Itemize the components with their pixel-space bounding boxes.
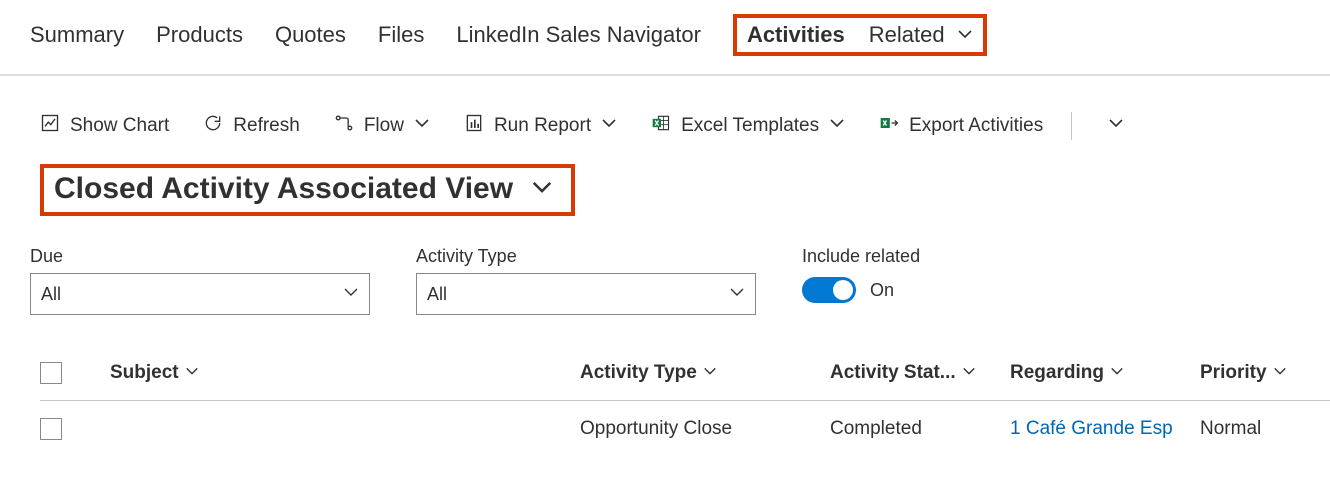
chevron-down-icon: [185, 362, 199, 384]
view-selector[interactable]: Closed Activity Associated View: [40, 164, 575, 216]
col-priority-label: Priority: [1200, 362, 1267, 384]
due-filter: Due All: [30, 246, 370, 315]
col-subject-label: Subject: [110, 362, 179, 384]
activity-type-value: All: [427, 284, 447, 305]
report-icon: [464, 113, 484, 139]
activities-grid: Subject Activity Type Activity Stat... R…: [0, 335, 1330, 457]
tab-linkedin[interactable]: LinkedIn Sales Navigator: [456, 22, 701, 48]
excel-icon: [651, 113, 671, 139]
due-select[interactable]: All: [30, 273, 370, 315]
excel-templates-label: Excel Templates: [681, 115, 819, 137]
tab-related-label: Related: [869, 22, 945, 47]
show-chart-label: Show Chart: [70, 115, 169, 137]
col-priority[interactable]: Priority: [1200, 362, 1330, 384]
col-activity-type-label: Activity Type: [580, 362, 697, 384]
tab-products[interactable]: Products: [156, 22, 243, 48]
chevron-down-icon: [531, 172, 553, 206]
col-activity-status[interactable]: Activity Stat...: [830, 362, 1010, 384]
chevron-down-icon: [729, 284, 745, 305]
due-value: All: [41, 284, 61, 305]
toggle-knob: [833, 280, 853, 300]
command-bar: Show Chart Refresh Flow Run Report Excel…: [0, 76, 1330, 158]
excel-templates-button[interactable]: Excel Templates: [651, 113, 845, 139]
chevron-down-icon: [829, 115, 845, 137]
activity-type-filter: Activity Type All: [416, 246, 756, 315]
chevron-down-icon: [957, 22, 973, 47]
highlighted-tab-group: Activities Related: [733, 14, 987, 56]
include-related-state: On: [870, 280, 894, 301]
refresh-label: Refresh: [233, 115, 300, 137]
refresh-button[interactable]: Refresh: [203, 113, 300, 139]
record-tabs: Summary Products Quotes Files LinkedIn S…: [0, 0, 1330, 76]
chevron-down-icon: [601, 115, 617, 137]
view-row: Closed Activity Associated View: [0, 158, 1330, 226]
cell-priority: Normal: [1200, 418, 1330, 440]
select-all-checkbox[interactable]: [40, 362, 62, 384]
activity-type-select[interactable]: All: [416, 273, 756, 315]
include-related-toggle[interactable]: [802, 277, 856, 303]
show-chart-button[interactable]: Show Chart: [40, 113, 169, 139]
chevron-down-icon: [343, 284, 359, 305]
col-regarding[interactable]: Regarding: [1010, 362, 1200, 384]
include-related-filter: Include related On: [802, 246, 920, 303]
chart-icon: [40, 113, 60, 139]
view-name: Closed Activity Associated View: [54, 172, 513, 206]
excel-export-icon: [879, 113, 899, 139]
tab-activities[interactable]: Activities: [747, 22, 845, 48]
more-commands-button[interactable]: [1108, 115, 1124, 137]
col-regarding-label: Regarding: [1010, 362, 1104, 384]
flow-button[interactable]: Flow: [334, 113, 430, 139]
refresh-icon: [203, 113, 223, 139]
filters-row: Due All Activity Type All Include relate…: [0, 226, 1330, 335]
run-report-button[interactable]: Run Report: [464, 113, 617, 139]
include-related-label: Include related: [802, 246, 920, 267]
col-activity-status-label: Activity Stat...: [830, 362, 956, 384]
export-activities-label: Export Activities: [909, 115, 1043, 137]
tab-quotes[interactable]: Quotes: [275, 22, 346, 48]
chevron-down-icon: [1108, 115, 1124, 137]
col-subject[interactable]: Subject: [110, 362, 580, 384]
due-label: Due: [30, 246, 370, 267]
chevron-down-icon: [703, 362, 717, 384]
chevron-down-icon: [414, 115, 430, 137]
table-row[interactable]: Opportunity Close Completed 1 Café Grand…: [40, 401, 1330, 457]
flow-icon: [334, 113, 354, 139]
tab-files[interactable]: Files: [378, 22, 424, 48]
tab-summary[interactable]: Summary: [30, 22, 124, 48]
row-checkbox[interactable]: [40, 418, 62, 440]
activity-type-label: Activity Type: [416, 246, 756, 267]
chevron-down-icon: [1110, 362, 1124, 384]
tab-related[interactable]: Related: [869, 22, 973, 48]
grid-header: Subject Activity Type Activity Stat... R…: [40, 345, 1330, 401]
cell-activity-status: Completed: [830, 418, 1010, 440]
chevron-down-icon: [1273, 362, 1287, 384]
col-activity-type[interactable]: Activity Type: [580, 362, 830, 384]
cell-regarding-link[interactable]: 1 Café Grande Esp: [1010, 418, 1200, 440]
run-report-label: Run Report: [494, 115, 591, 137]
export-activities-button[interactable]: Export Activities: [879, 113, 1043, 139]
cell-activity-type: Opportunity Close: [580, 418, 830, 440]
toolbar-separator: [1071, 112, 1072, 140]
chevron-down-icon: [962, 362, 976, 384]
flow-label: Flow: [364, 115, 404, 137]
